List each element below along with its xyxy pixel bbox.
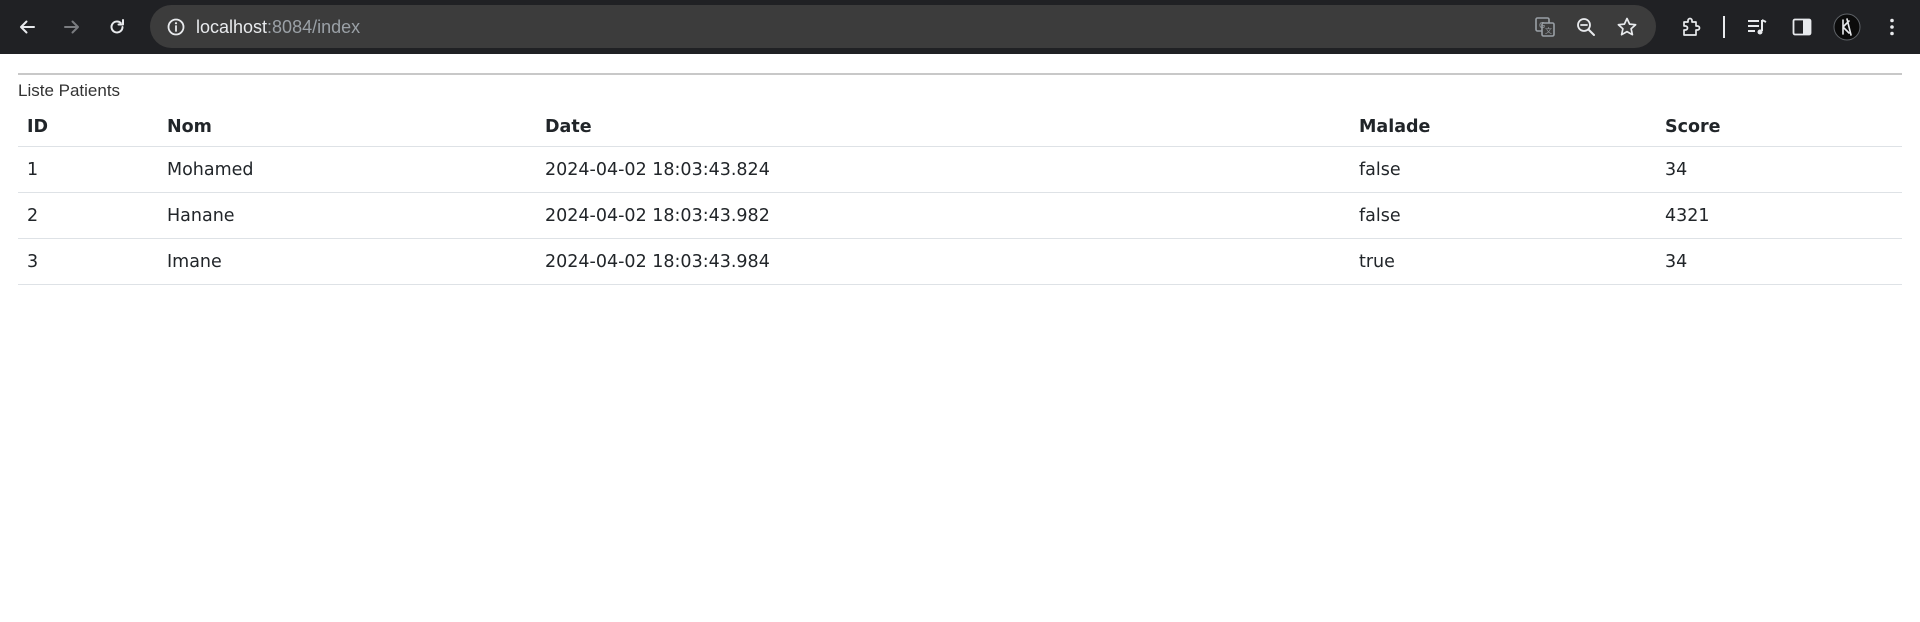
cell-date: 2024-04-02 18:03:43.824: [536, 146, 1350, 193]
toolbar-divider: [1723, 16, 1725, 38]
column-header-id: ID: [18, 108, 158, 147]
url-path: :8084/index: [267, 17, 361, 37]
forward-button[interactable]: [52, 7, 92, 47]
menu-button[interactable]: [1876, 11, 1908, 43]
cell-nom: Hanane: [158, 192, 536, 239]
kebab-menu-icon: [1890, 18, 1894, 36]
cell-id: 3: [18, 238, 158, 285]
cell-malade: false: [1350, 192, 1656, 239]
table-row: 1 Mohamed 2024-04-02 18:03:43.824 false …: [18, 146, 1902, 193]
back-button[interactable]: [7, 7, 47, 47]
column-header-malade: Malade: [1350, 108, 1656, 147]
column-header-score: Score: [1656, 108, 1902, 147]
url-text[interactable]: localhost:8084/index: [196, 17, 360, 38]
puzzle-icon: [1683, 17, 1701, 36]
media-control-icon: [1748, 19, 1767, 35]
page-content: Liste Patients ID Nom Date Malade Score …: [18, 54, 1902, 285]
cell-nom: Mohamed: [158, 146, 536, 193]
info-icon: [167, 18, 185, 36]
side-panel-button[interactable]: [1786, 11, 1818, 43]
cell-date: 2024-04-02 18:03:43.984: [536, 238, 1350, 285]
cell-score: 34: [1656, 238, 1902, 285]
table-header-row: ID Nom Date Malade Score: [18, 108, 1902, 147]
site-info-button[interactable]: [160, 11, 192, 43]
cell-date: 2024-04-02 18:03:43.982: [536, 192, 1350, 239]
cell-id: 1: [18, 146, 158, 193]
star-icon: [1617, 17, 1637, 36]
column-header-date: Date: [536, 108, 1350, 147]
profile-button[interactable]: [1831, 11, 1863, 43]
media-controls-button[interactable]: [1741, 11, 1773, 43]
page-title: Liste Patients: [18, 81, 121, 100]
arrow-left-icon: [20, 20, 35, 34]
translate-button[interactable]: G 文: [1530, 12, 1560, 42]
table-row: 2 Hanane 2024-04-02 18:03:43.982 false 4…: [18, 192, 1902, 239]
side-panel-icon: [1792, 18, 1812, 36]
url-host: localhost: [196, 17, 268, 37]
cell-malade: false: [1350, 146, 1656, 193]
arrow-right-icon: [64, 20, 79, 34]
browser-toolbar: localhost:8084/index G 文: [0, 0, 1920, 54]
column-header-nom: Nom: [158, 108, 536, 147]
cell-score: 4321: [1656, 192, 1902, 239]
svg-text:文: 文: [1545, 26, 1552, 35]
cell-score: 34: [1656, 146, 1902, 193]
patients-table: ID Nom Date Malade Score 1 Mohamed 2024-…: [18, 108, 1902, 285]
reload-button[interactable]: [97, 7, 137, 47]
table-row: 3 Imane 2024-04-02 18:03:43.984 true 34: [18, 238, 1902, 285]
address-bar[interactable]: localhost:8084/index G 文: [150, 5, 1656, 48]
bookmark-button[interactable]: [1612, 12, 1642, 42]
cell-malade: true: [1350, 238, 1656, 285]
cell-id: 2: [18, 192, 158, 239]
zoom-button[interactable]: [1571, 12, 1601, 42]
zoom-out-icon: [1577, 18, 1595, 36]
horizontal-rule: [18, 73, 1902, 75]
profile-avatar-icon: [1833, 13, 1861, 41]
translate-icon: G 文: [1535, 17, 1555, 37]
reload-icon: [110, 19, 124, 34]
extensions-button[interactable]: [1675, 11, 1707, 43]
cell-nom: Imane: [158, 238, 536, 285]
